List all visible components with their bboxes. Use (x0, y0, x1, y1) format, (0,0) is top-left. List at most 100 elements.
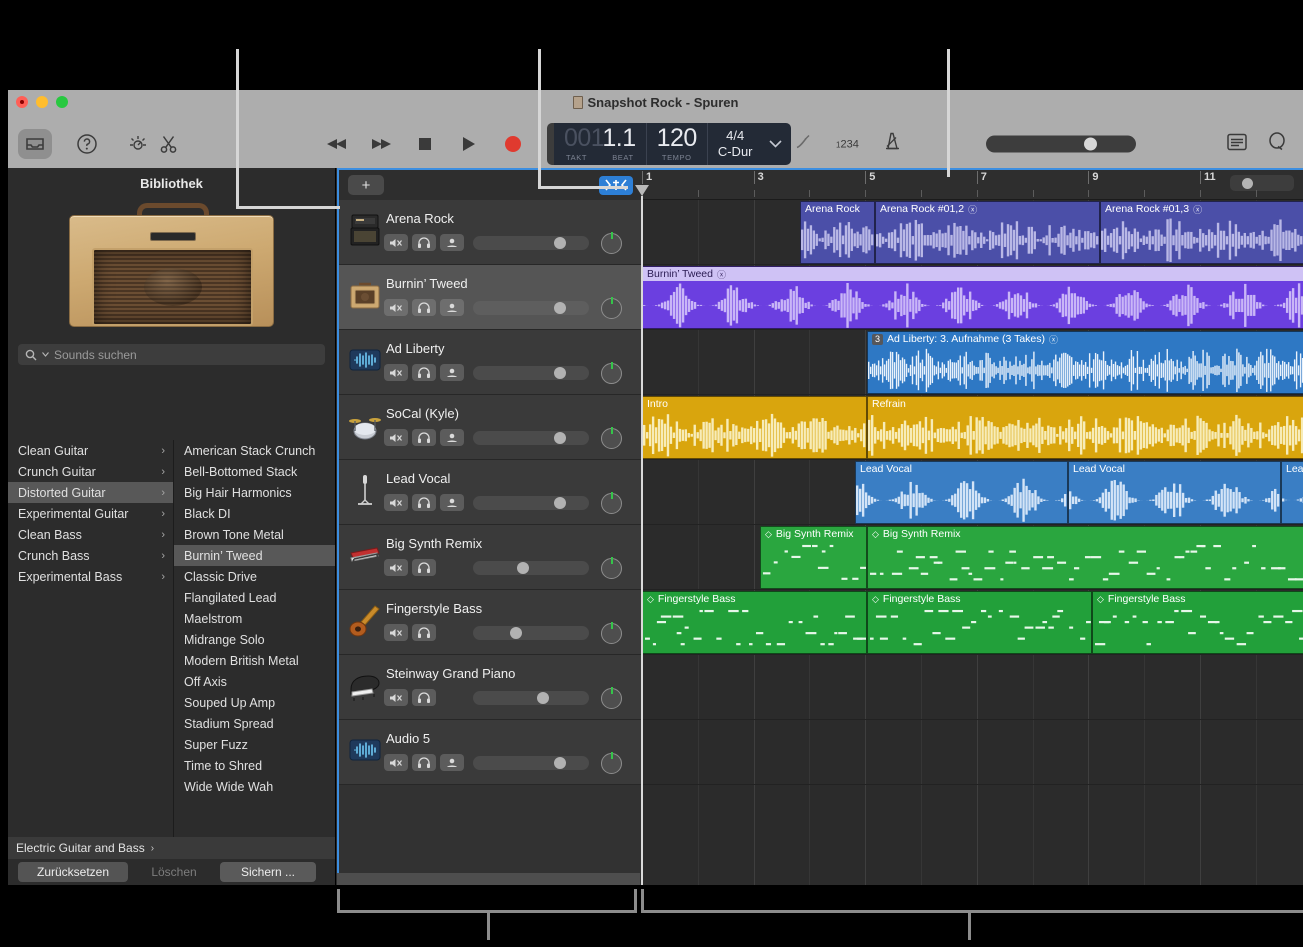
lcd-tempo[interactable]: 120 TEMPO (645, 123, 707, 165)
track-pan-knob[interactable] (601, 557, 622, 579)
track-header-row[interactable]: Fingerstyle Bass (339, 590, 641, 655)
play-button[interactable] (458, 134, 480, 154)
track-header-row[interactable]: Audio 5 (339, 720, 641, 785)
timeline-ruler[interactable]: 1 3 5 7 9 11 (642, 170, 1303, 200)
mute-button[interactable] (384, 754, 408, 771)
library-patch-item[interactable]: Souped Up Amp (174, 692, 335, 713)
library-category-item[interactable]: Distorted Guitar › (8, 482, 173, 503)
track-icon-grand-piano[interactable] (347, 667, 383, 703)
timeline-region[interactable]: Arena Rock (800, 201, 875, 264)
stop-button[interactable] (414, 134, 436, 154)
solo-button[interactable] (412, 624, 436, 641)
track-volume-slider[interactable] (473, 691, 589, 705)
timeline-region[interactable]: Lead Vocal (1068, 461, 1281, 524)
library-patch-item[interactable]: Midrange Solo (174, 629, 335, 650)
library-patch-item[interactable]: Stadium Spread (174, 713, 335, 734)
library-patch-item[interactable]: Modern British Metal (174, 650, 335, 671)
rewind-button[interactable] (326, 134, 348, 154)
library-delete-button[interactable]: Löschen (138, 862, 210, 882)
mute-button[interactable] (384, 234, 408, 251)
library-search-field[interactable]: Sounds suchen (18, 344, 325, 365)
master-volume-knob[interactable] (1084, 137, 1097, 151)
library-category-item[interactable]: Experimental Guitar › (8, 503, 173, 524)
library-category-item[interactable]: Clean Bass › (8, 524, 173, 545)
track-icon-waveform[interactable] (347, 732, 383, 768)
transport-controls[interactable] (326, 134, 568, 154)
track-icon-microphone[interactable] (347, 472, 383, 508)
list-editors-icon[interactable] (1227, 133, 1247, 155)
track-volume-knob[interactable] (516, 562, 529, 574)
timeline-region[interactable]: Arena Rock #01,2 ⓧ (875, 201, 1100, 264)
timeline-lane[interactable] (642, 720, 1303, 785)
mute-button[interactable] (384, 364, 408, 381)
lcd-signature-key[interactable]: 4/4 C-Dur (706, 123, 763, 165)
lcd-display[interactable]: 0011.1 TAKT BEAT 120 TEMPO 4/4 C-Dur (547, 123, 791, 165)
flex-toggle-button[interactable] (599, 175, 633, 195)
timeline-region[interactable]: Lead Vocal (855, 461, 1068, 524)
track-volume-slider[interactable] (473, 561, 589, 575)
count-in-button[interactable]: 11234234 (836, 138, 859, 150)
timeline-region[interactable]: Burnin’ Tweed ⓧ (642, 266, 1303, 329)
library-patch-item[interactable]: Time to Shred (174, 755, 335, 776)
zoom-slider-knob[interactable] (1242, 178, 1253, 189)
library-toggle-button[interactable] (18, 129, 52, 159)
track-icon-combo-amp[interactable] (347, 277, 383, 313)
track-header-row[interactable]: Burnin’ Tweed (339, 265, 641, 330)
library-reset-button[interactable]: Zurücksetzen (18, 862, 128, 882)
library-patch-item[interactable]: Super Fuzz (174, 734, 335, 755)
track-pan-knob[interactable] (601, 232, 622, 254)
record-enable-button[interactable] (440, 299, 464, 316)
record-enable-button[interactable] (440, 364, 464, 381)
master-volume-slider[interactable] (986, 135, 1136, 153)
track-name[interactable]: Big Synth Remix (386, 536, 482, 551)
track-icon-drumkit[interactable] (347, 407, 383, 443)
library-category-item[interactable]: Crunch Bass › (8, 545, 173, 566)
library-breadcrumb[interactable]: Electric Guitar and Bass › (8, 837, 335, 859)
forward-button[interactable] (370, 134, 392, 154)
track-pan-knob[interactable] (601, 752, 622, 774)
timeline-region[interactable]: ◇ Fingerstyle Bass (867, 591, 1092, 654)
timeline-region[interactable]: Arena Rock #01,3 ⓧ (1100, 201, 1303, 264)
scissors-button[interactable] (158, 133, 180, 155)
track-name[interactable]: Steinway Grand Piano (386, 666, 515, 681)
track-volume-knob[interactable] (554, 302, 567, 314)
timeline-canvas[interactable]: Arena Rock Arena Rock #01,2 ⓧ Arena Rock #0… (642, 200, 1303, 885)
mute-button[interactable] (384, 624, 408, 641)
track-volume-slider[interactable] (473, 366, 589, 380)
track-pan-knob[interactable] (601, 362, 622, 384)
solo-button[interactable] (412, 234, 436, 251)
library-category-item[interactable]: Crunch Guitar › (8, 461, 173, 482)
track-icon-bass-guitar[interactable] (347, 602, 383, 638)
track-header-row[interactable]: Lead Vocal (339, 460, 641, 525)
help-button[interactable] (76, 133, 98, 155)
track-volume-slider[interactable] (473, 496, 589, 510)
metronome-icon[interactable] (881, 132, 901, 157)
record-enable-button[interactable] (440, 234, 464, 251)
library-category-item[interactable]: Experimental Bass › (8, 566, 173, 587)
track-name[interactable]: Fingerstyle Bass (386, 601, 482, 616)
library-patch-item[interactable]: Maelstrom (174, 608, 335, 629)
track-header-row[interactable]: Steinway Grand Piano (339, 655, 641, 720)
track-volume-knob[interactable] (554, 237, 567, 249)
track-name[interactable]: Ad Liberty (386, 341, 445, 356)
library-patch-item[interactable]: American Stack Crunch (174, 440, 335, 461)
library-save-button[interactable]: Sichern ... (220, 862, 316, 882)
library-patch-item[interactable]: Off Axis (174, 671, 335, 692)
track-icon-waveform[interactable] (347, 342, 383, 378)
mute-button[interactable] (384, 689, 408, 706)
timeline-region[interactable]: Refrain (867, 396, 1303, 459)
timeline-region[interactable]: ◇ Fingerstyle Bass (642, 591, 867, 654)
lcd-chevron-down-icon[interactable] (763, 123, 791, 165)
loop-browser-icon[interactable] (1267, 132, 1287, 157)
library-patch-item[interactable]: Black DI (174, 503, 335, 524)
track-name[interactable]: Audio 5 (386, 731, 430, 746)
timeline-lane[interactable] (642, 655, 1303, 720)
track-pan-knob[interactable] (601, 427, 622, 449)
timeline-region[interactable]: Intro (642, 396, 867, 459)
track-volume-slider[interactable] (473, 626, 589, 640)
timeline-region[interactable]: ◇ Big Synth Remix (760, 526, 867, 589)
timeline-region[interactable]: ◇ Fingerstyle Bass (1092, 591, 1303, 654)
playhead-handle[interactable] (635, 185, 649, 196)
track-volume-knob[interactable] (554, 432, 567, 444)
solo-button[interactable] (412, 754, 436, 771)
